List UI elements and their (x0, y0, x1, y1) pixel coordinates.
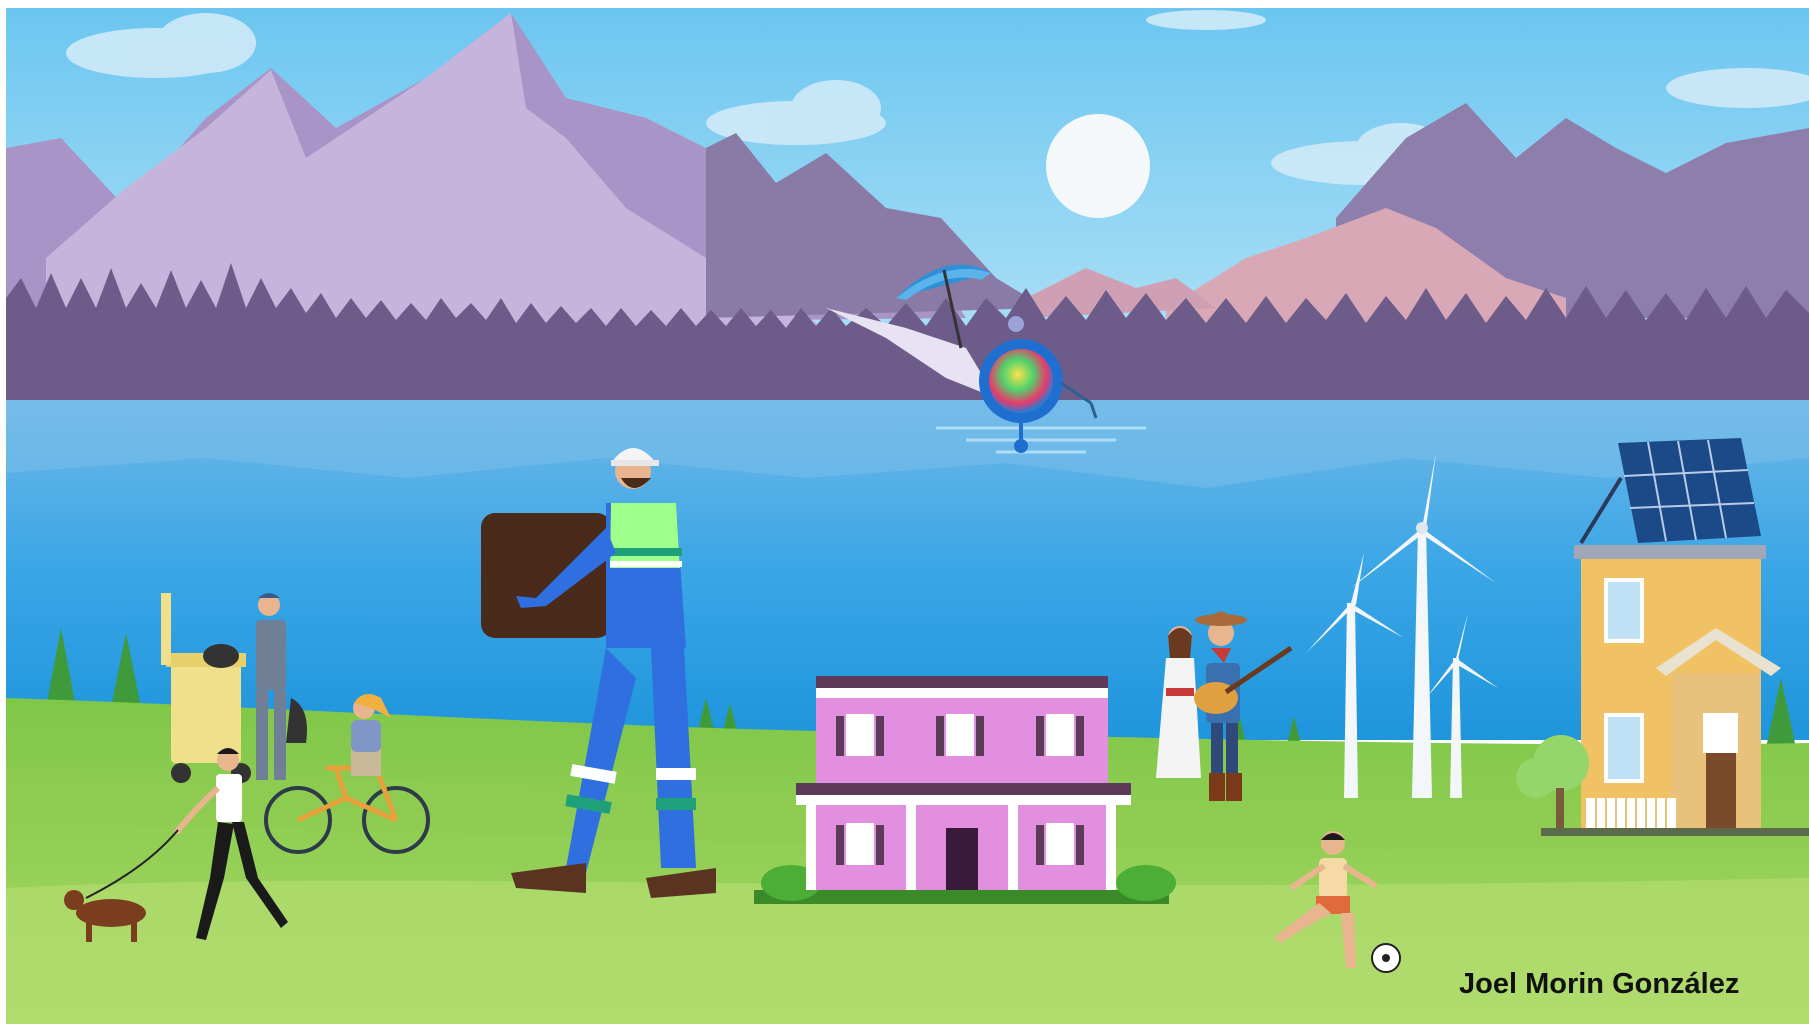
author-credit: Joel Morin González (1459, 968, 1740, 1000)
sun (1046, 114, 1150, 218)
illustration-scene: Joel Morin González (6, 8, 1809, 1024)
